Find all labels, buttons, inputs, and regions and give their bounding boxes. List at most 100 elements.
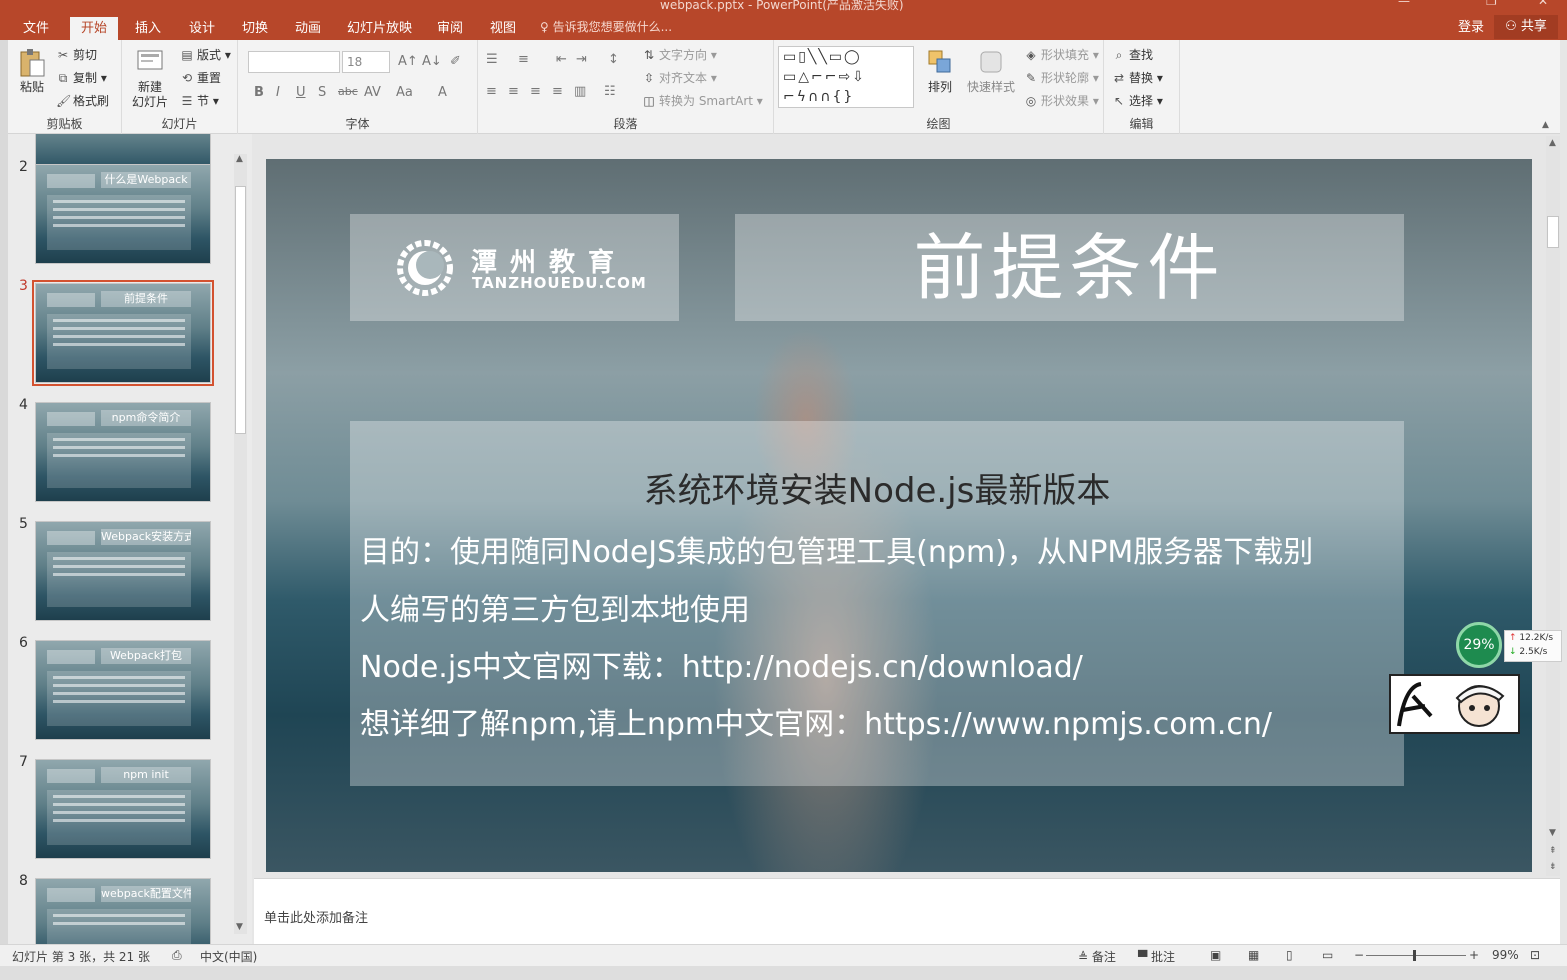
font-color-icon[interactable]: A (438, 85, 447, 100)
italic-icon[interactable]: I (276, 85, 280, 100)
reset-button[interactable]: ⟲ 重置 (180, 69, 221, 87)
smartart-button[interactable]: ◫ 转换为 SmartArt ▾ (642, 92, 762, 110)
share-button[interactable]: ⚇ 共享 (1494, 15, 1558, 39)
quick-styles-button[interactable]: 快速样式 (966, 48, 1016, 95)
numbering-icon[interactable]: ≡ (518, 52, 529, 67)
bullets-icon[interactable]: ☰ (486, 52, 498, 67)
notes-placeholder[interactable]: 单击此处添加备注 (264, 907, 368, 926)
clear-format-icon[interactable]: ✐ (450, 54, 461, 69)
change-case-icon[interactable]: Aa (396, 85, 413, 100)
text-direction-button[interactable]: ⇅ 文字方向 ▾ (642, 46, 717, 64)
zoom-slider-knob[interactable] (1413, 950, 1416, 961)
zoom-level[interactable]: 99% (1492, 948, 1519, 962)
restore-icon[interactable]: ❐ (1486, 0, 1497, 8)
shape-outline-button[interactable]: ✎ 形状轮廓 ▾ (1024, 69, 1099, 87)
shrink-font-icon[interactable]: A↓ (422, 54, 442, 69)
tab-slideshow[interactable]: 幻灯片放映 (336, 17, 423, 40)
thumbnail-slide-8[interactable]: webpack配置文件 (35, 878, 211, 944)
thumbnail-scrollbar[interactable]: ▲ ▼ (234, 154, 247, 934)
align-text-button[interactable]: ⇳ 对齐文本 ▾ (642, 69, 717, 87)
strikethrough-icon[interactable]: abc (338, 85, 358, 98)
section-button[interactable]: ☰ 节 ▾ (180, 92, 219, 110)
grow-font-icon[interactable]: A↑ (398, 54, 418, 69)
login-link[interactable]: 登录 (1458, 17, 1484, 39)
shape-effects-button[interactable]: ◎ 形状效果 ▾ (1024, 92, 1099, 110)
paste-button[interactable]: 粘贴 (14, 48, 50, 95)
content-line[interactable]: 想详细了解npm,请上npm中文官网：https://www.npmjs.com… (360, 699, 1384, 743)
scroll-down-icon[interactable]: ▼ (236, 922, 243, 932)
shape-fill-button[interactable]: ◈ 形状填充 ▾ (1024, 46, 1098, 64)
thumbnail-slide-5[interactable]: Webpack安装方式 (35, 521, 211, 621)
tab-animations[interactable]: 动画 (284, 17, 332, 40)
content-text-box[interactable]: 系统环境安装Node.js最新版本 目的：使用随同NodeJS集成的包管理工具(… (350, 421, 1404, 786)
thumbnail-slide-4[interactable]: npm命令简介 (35, 402, 211, 502)
tab-insert[interactable]: 插入 (124, 17, 172, 40)
font-name-box[interactable] (248, 51, 340, 73)
previous-slide-icon[interactable]: ⇞ (1549, 846, 1557, 856)
slide-sorter-icon[interactable]: ▦ (1248, 948, 1259, 962)
font-size-box[interactable]: 18 (342, 51, 390, 73)
tab-design[interactable]: 设计 (178, 17, 226, 40)
shadow-icon[interactable]: S (318, 85, 326, 100)
zoom-out-icon[interactable]: − (1354, 948, 1364, 962)
tab-home[interactable]: 开始 (70, 17, 119, 40)
new-slide-button[interactable]: 新建 幻灯片 (128, 48, 172, 110)
cut-button[interactable]: ✂ 剪切 (56, 46, 97, 64)
language-indicator[interactable]: 中文(中国) (200, 948, 257, 965)
justify-icon[interactable]: ≡ (552, 84, 563, 99)
layout-button[interactable]: ▤ 版式 ▾ (180, 46, 231, 64)
network-monitor-widget[interactable]: 29% ↑ 12.2K/s ↓ 2.5K/s (1456, 622, 1567, 670)
tab-transitions[interactable]: 切换 (231, 17, 279, 40)
minimize-icon[interactable]: — (1398, 0, 1410, 8)
slide-scrollbar[interactable]: ▲ ▼ ⇞ ⇟ (1546, 136, 1560, 876)
content-line[interactable]: 目的：使用随同NodeJS集成的包管理工具(npm)，从NPM服务器下载别 (360, 527, 1384, 571)
copy-button[interactable]: ⧉ 复制 ▾ (56, 69, 107, 87)
columns-icon[interactable]: ▥ (574, 84, 586, 99)
content-line[interactable]: 人编写的第三方包到本地使用 (360, 585, 1384, 629)
decrease-indent-icon[interactable]: ⇤ (556, 52, 567, 67)
tab-view[interactable]: 视图 (479, 17, 527, 40)
content-line[interactable]: Node.js中文官网下载：http://nodejs.cn/download/ (360, 642, 1384, 686)
collapse-ribbon-icon[interactable]: ▲ (1542, 120, 1549, 130)
content-heading[interactable]: 系统环境安装Node.js最新版本 (350, 463, 1404, 512)
tell-me-box[interactable]: ♀ 告诉我您想要做什么... (540, 18, 672, 36)
line-spacing-icon[interactable]: ↕ (608, 52, 619, 67)
slideshow-icon[interactable]: ▭ (1322, 948, 1333, 962)
char-spacing-icon[interactable]: AV (364, 85, 381, 100)
zoom-slider[interactable] (1366, 955, 1466, 956)
format-painter-button[interactable]: 🖌 格式刷 (56, 92, 109, 110)
zoom-in-icon[interactable]: + (1469, 948, 1479, 962)
slide-title[interactable]: 前提条件 (735, 228, 1404, 308)
text-columns-icon[interactable]: ☷ (604, 84, 616, 99)
select-button[interactable]: ↖ 选择 ▾ (1112, 92, 1163, 110)
align-right-icon[interactable]: ≡ (530, 84, 541, 99)
fit-to-window-icon[interactable]: ⊡ (1530, 948, 1540, 962)
scroll-up-icon[interactable]: ▲ (1549, 138, 1556, 148)
replace-button[interactable]: ⇄ 替换 ▾ (1112, 69, 1163, 87)
spellcheck-icon[interactable]: ⎙ (172, 948, 182, 963)
notes-pane[interactable]: 单击此处添加备注 (254, 878, 1560, 944)
tab-file[interactable]: 文件 (12, 17, 60, 40)
reading-view-icon[interactable]: ▯ (1286, 948, 1293, 962)
tab-review[interactable]: 审阅 (426, 17, 474, 40)
thumbnail-slide-6[interactable]: Webpack打包 (35, 640, 211, 740)
thumbnail-slide-2[interactable]: 什么是Webpack (35, 164, 211, 264)
next-slide-icon[interactable]: ⇟ (1549, 862, 1557, 872)
notes-toggle[interactable]: ≜ 备注 (1078, 948, 1116, 965)
scroll-thumb[interactable] (235, 186, 246, 434)
increase-indent-icon[interactable]: ⇥ (576, 52, 587, 67)
normal-view-icon[interactable]: ▣ (1210, 948, 1221, 962)
align-center-icon[interactable]: ≡ (508, 84, 519, 99)
align-left-icon[interactable]: ≡ (486, 84, 497, 99)
arrange-button[interactable]: 排列 (920, 48, 960, 95)
shapes-gallery[interactable]: ▭▯╲╲▭◯ ▭△⌐⌐⇨⇩ ⌐ϟ∩∩{} (778, 46, 914, 108)
close-icon[interactable]: ✕ (1538, 0, 1548, 8)
scroll-down-icon[interactable]: ▼ (1549, 828, 1556, 838)
scroll-up-icon[interactable]: ▲ (236, 154, 243, 164)
scroll-thumb[interactable] (1547, 216, 1559, 248)
find-button[interactable]: ⌕ 查找 (1112, 46, 1153, 64)
bold-icon[interactable]: B (254, 85, 264, 100)
current-slide[interactable]: 潭州教育 TANZHOUEDU.COM 前提条件 系统环境安装Node.js最新… (266, 159, 1532, 872)
thumbnail-slide-3[interactable]: 前提条件 (32, 280, 214, 386)
underline-icon[interactable]: U (296, 85, 306, 100)
